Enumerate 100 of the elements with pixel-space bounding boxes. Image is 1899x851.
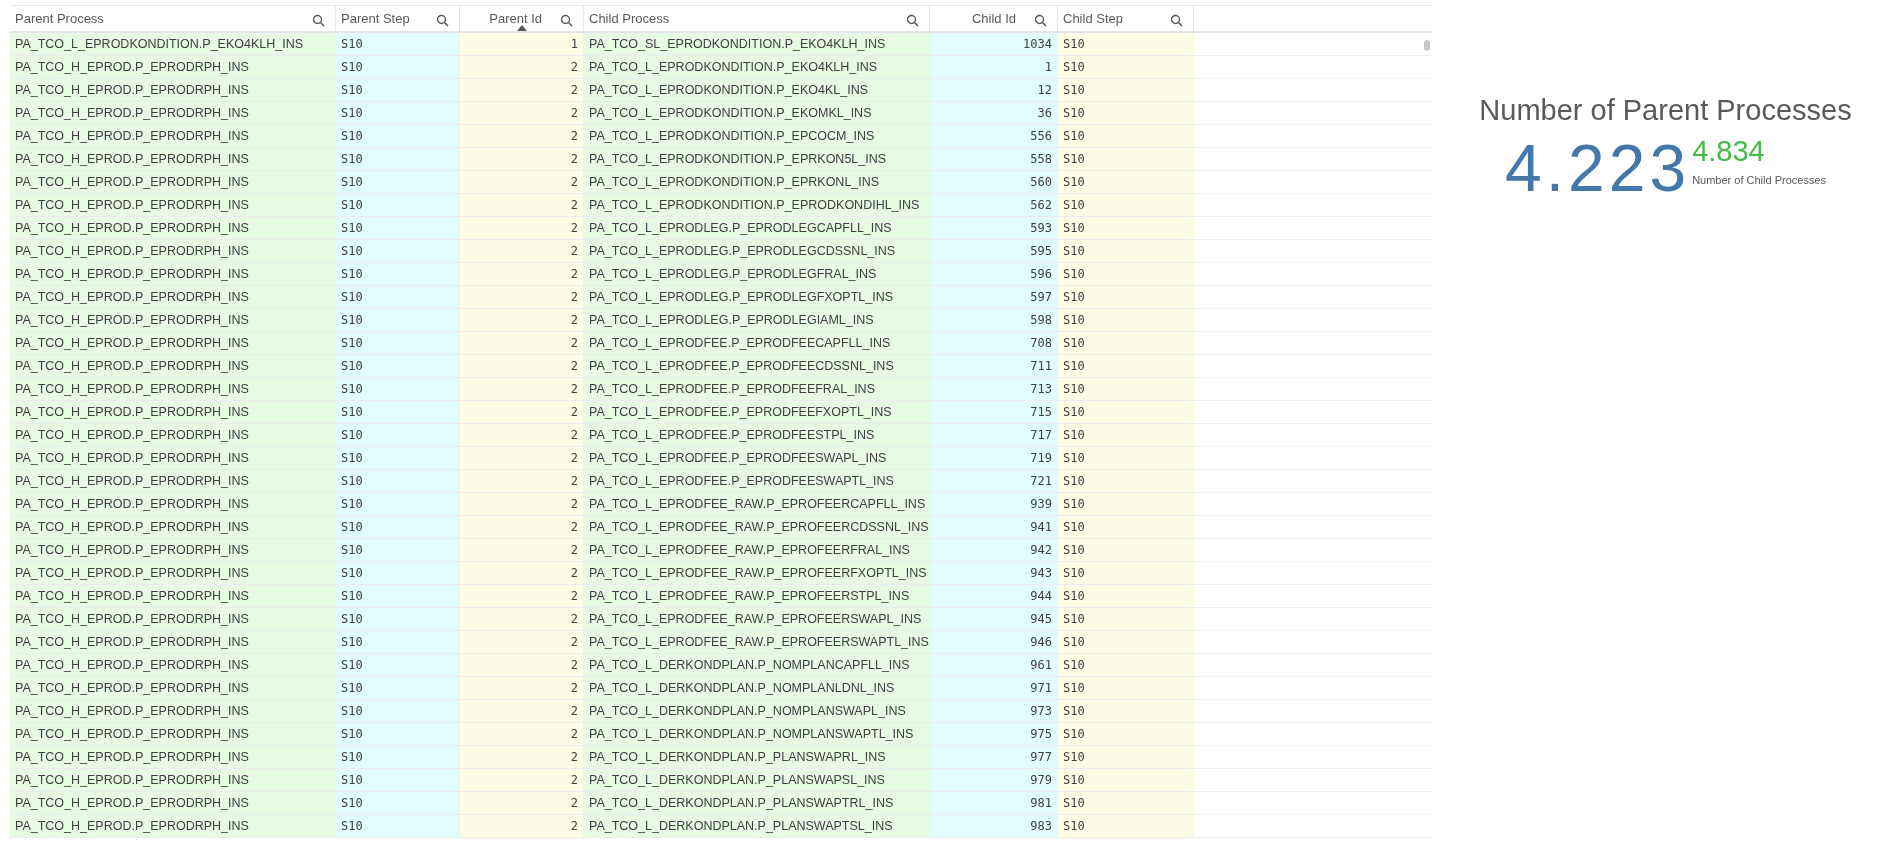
table-cell: PA_TCO_L_DERKONDPLAN.P_NOMPLANSWAPTL_INS [584, 723, 930, 745]
table-cell: PA_TCO_H_EPROD.P_EPRODRPH_INS [10, 608, 336, 630]
table-cell: PA_TCO_L_EPRODKONDITION.P_EPRKONL_INS [584, 171, 930, 193]
table-cell: PA_TCO_L_EPRODFEE.P_EPRODFEEFRAL_INS [584, 378, 930, 400]
table-cell: 973 [930, 700, 1058, 722]
table-cell: 2 [460, 56, 584, 78]
table-cell: S10 [1058, 585, 1194, 607]
search-icon[interactable] [560, 13, 573, 27]
table-cell: 2 [460, 79, 584, 101]
table-cell: 2 [460, 562, 584, 584]
table-cell: PA_TCO_H_EPROD.P_EPRODRPH_INS [10, 815, 336, 837]
table-cell: 946 [930, 631, 1058, 653]
table-cell: PA_TCO_H_EPROD.P_EPRODRPH_INS [10, 171, 336, 193]
scrollbar-thumb[interactable] [1424, 40, 1430, 51]
table-cell: PA_TCO_L_EPRODKONDITION.P_EPRODKONDIHL_INS [584, 194, 930, 216]
table-cell: 711 [930, 355, 1058, 377]
table-cell: 2 [460, 723, 584, 745]
table-cell: 715 [930, 401, 1058, 423]
table-cell: PA_TCO_L_EPRODFEE_RAW.P_EPROFEERFRAL_INS [584, 539, 930, 561]
column-header[interactable]: Child Id [971, 8, 1016, 29]
table-cell: PA_TCO_H_EPROD.P_EPRODRPH_INS [10, 746, 336, 768]
table-cell: S10 [1058, 631, 1194, 653]
table-cell: 717 [930, 424, 1058, 446]
table-cell: S10 [1058, 792, 1194, 814]
table-cell: PA_TCO_L_DERKONDPLAN.P_PLANSWAPRL_INS [584, 746, 930, 768]
table-cell: PA_TCO_H_EPROD.P_EPRODRPH_INS [10, 447, 336, 469]
table-cell: PA_TCO_H_EPROD.P_EPRODRPH_INS [10, 263, 336, 285]
table-cell: 1 [460, 33, 584, 55]
column-header[interactable]: Parent Step [341, 8, 428, 29]
table-cell: PA_TCO_L_EPRODFEE.P_EPRODFEESWAPTL_INS [584, 470, 930, 492]
table-cell: PA_TCO_L_EPRODKONDITION.P_EPCOCM_INS [584, 125, 930, 147]
table-cell: PA_TCO_L_EPRODFEE_RAW.P_EPROFEERSWAPTL_INS [584, 631, 930, 653]
table-cell: PA_TCO_L_EPRODLEG.P_EPRODLEGCAPFLL_INS [584, 217, 930, 239]
table-cell: 556 [930, 125, 1058, 147]
table-cell: 36 [930, 102, 1058, 124]
table-cell: 2 [460, 424, 584, 446]
table-cell: PA_TCO_H_EPROD.P_EPRODRPH_INS [10, 125, 336, 147]
table-cell: S10 [1058, 56, 1194, 78]
table-cell: 2 [460, 171, 584, 193]
table-cell: PA_TCO_H_EPROD.P_EPRODRPH_INS [10, 424, 336, 446]
table-cell: S10 [1058, 332, 1194, 354]
table-cell: PA_TCO_H_EPROD.P_EPRODRPH_INS [10, 102, 336, 124]
table-cell: S10 [336, 194, 460, 216]
secondary-kpi-label: Number of Child Processes [1692, 172, 1827, 188]
table-cell: PA_TCO_L_EPRODFEE.P_EPRODFEEFXOPTL_INS [584, 401, 930, 423]
table-cell: S10 [1058, 677, 1194, 699]
table-cell: PA_TCO_L_EPRODKONDITION.P_EKO4KLH_INS [584, 56, 930, 78]
table-cell: PA_TCO_H_EPROD.P_EPRODRPH_INS [10, 539, 336, 561]
table-cell: 2 [460, 401, 584, 423]
table-cell: 979 [930, 769, 1058, 791]
search-icon[interactable] [1034, 13, 1047, 27]
search-icon[interactable] [312, 13, 325, 27]
table-cell: S10 [336, 470, 460, 492]
table-cell: PA_TCO_L_DERKONDPLAN.P_PLANSWAPTSL_INS [584, 815, 930, 837]
table-cell: PA_TCO_H_EPROD.P_EPRODRPH_INS [10, 493, 336, 515]
table-cell: S10 [1058, 194, 1194, 216]
table-cell: 2 [460, 700, 584, 722]
table-cell: S10 [1058, 769, 1194, 791]
column-header[interactable]: Child Step [1063, 8, 1162, 29]
table-cell: PA_TCO_H_EPROD.P_EPRODRPH_INS [10, 286, 336, 308]
table-cell: 2 [460, 631, 584, 653]
table-cell: S10 [1058, 217, 1194, 239]
table-cell: 597 [930, 286, 1058, 308]
table-cell: S10 [1058, 562, 1194, 584]
table-cell: PA_TCO_H_EPROD.P_EPRODRPH_INS [10, 470, 336, 492]
table-cell: PA_TCO_H_EPROD.P_EPRODRPH_INS [10, 79, 336, 101]
table-cell: S10 [336, 424, 460, 446]
table-cell: 971 [930, 677, 1058, 699]
table-cell: 2 [460, 470, 584, 492]
table-cell: PA_TCO_L_DERKONDPLAN.P_NOMPLANLDNL_INS [584, 677, 930, 699]
table-cell: S10 [336, 102, 460, 124]
table-cell: S10 [336, 56, 460, 78]
search-icon[interactable] [436, 13, 449, 27]
table-cell: S10 [1058, 539, 1194, 561]
table-cell: 2 [460, 332, 584, 354]
table-cell: PA_TCO_L_DERKONDPLAN.P_PLANSWAPSL_INS [584, 769, 930, 791]
column-header[interactable]: Parent Id [489, 8, 542, 29]
table-cell: PA_TCO_H_EPROD.P_EPRODRPH_INS [10, 309, 336, 331]
table-cell: S10 [1058, 516, 1194, 538]
table-cell: 1034 [930, 33, 1058, 55]
table-cell: 1 [930, 56, 1058, 78]
table-cell: S10 [1058, 401, 1194, 423]
table-cell: 2 [460, 447, 584, 469]
column-header[interactable]: Parent Process [15, 8, 304, 29]
table-cell: S10 [1058, 723, 1194, 745]
table-cell: 2 [460, 309, 584, 331]
table-cell: 593 [930, 217, 1058, 239]
column-header[interactable]: Child Process [589, 8, 898, 29]
search-icon[interactable] [906, 13, 919, 27]
table-cell: PA_TCO_H_EPROD.P_EPRODRPH_INS [10, 332, 336, 354]
search-icon[interactable] [1170, 13, 1183, 27]
table-cell: 941 [930, 516, 1058, 538]
table-cell: S10 [336, 355, 460, 377]
table-cell: S10 [336, 815, 460, 837]
table-cell: S10 [336, 240, 460, 262]
table-cell: S10 [336, 769, 460, 791]
table-cell: S10 [1058, 815, 1194, 837]
table-cell: 595 [930, 240, 1058, 262]
table-cell: 721 [930, 470, 1058, 492]
table-cell: 2 [460, 585, 584, 607]
